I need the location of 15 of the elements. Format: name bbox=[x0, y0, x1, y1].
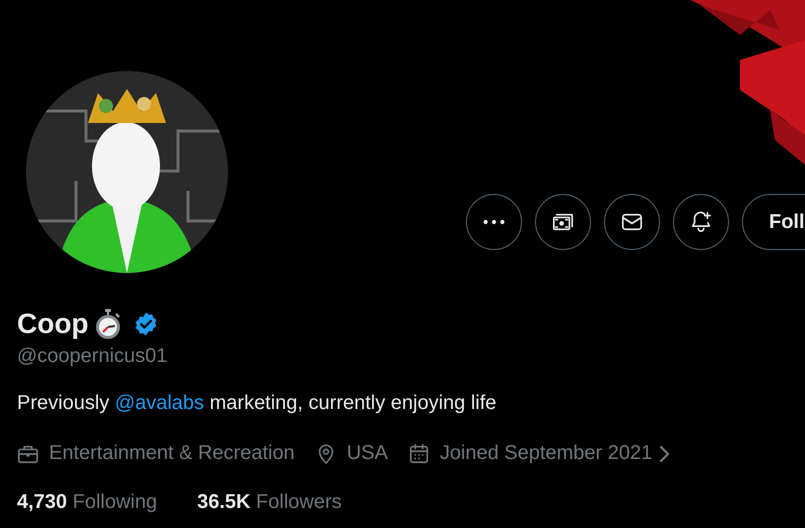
display-name: Coop bbox=[17, 308, 89, 340]
money-icon bbox=[552, 211, 574, 233]
bell-plus-icon bbox=[690, 211, 712, 233]
follow-button[interactable]: Foll bbox=[742, 194, 805, 250]
join-date: Joined September 2021 bbox=[440, 442, 652, 465]
stat-link[interactable]: 36.5K Followers bbox=[197, 491, 342, 514]
bio-text: Previously @avalabs marketing, currently enjoying life bbox=[17, 392, 498, 415]
calendar-icon bbox=[408, 442, 430, 464]
stat-link[interactable]: 4,730 Following bbox=[17, 491, 158, 514]
category-text: Entertainment & Recreation bbox=[49, 442, 295, 465]
location-text: USA bbox=[346, 442, 388, 465]
user-handle: @coopernicus01 bbox=[17, 345, 168, 368]
mention-link[interactable]: @avalabs bbox=[114, 392, 204, 414]
envelope-icon bbox=[621, 211, 643, 233]
more-icon bbox=[483, 219, 505, 225]
